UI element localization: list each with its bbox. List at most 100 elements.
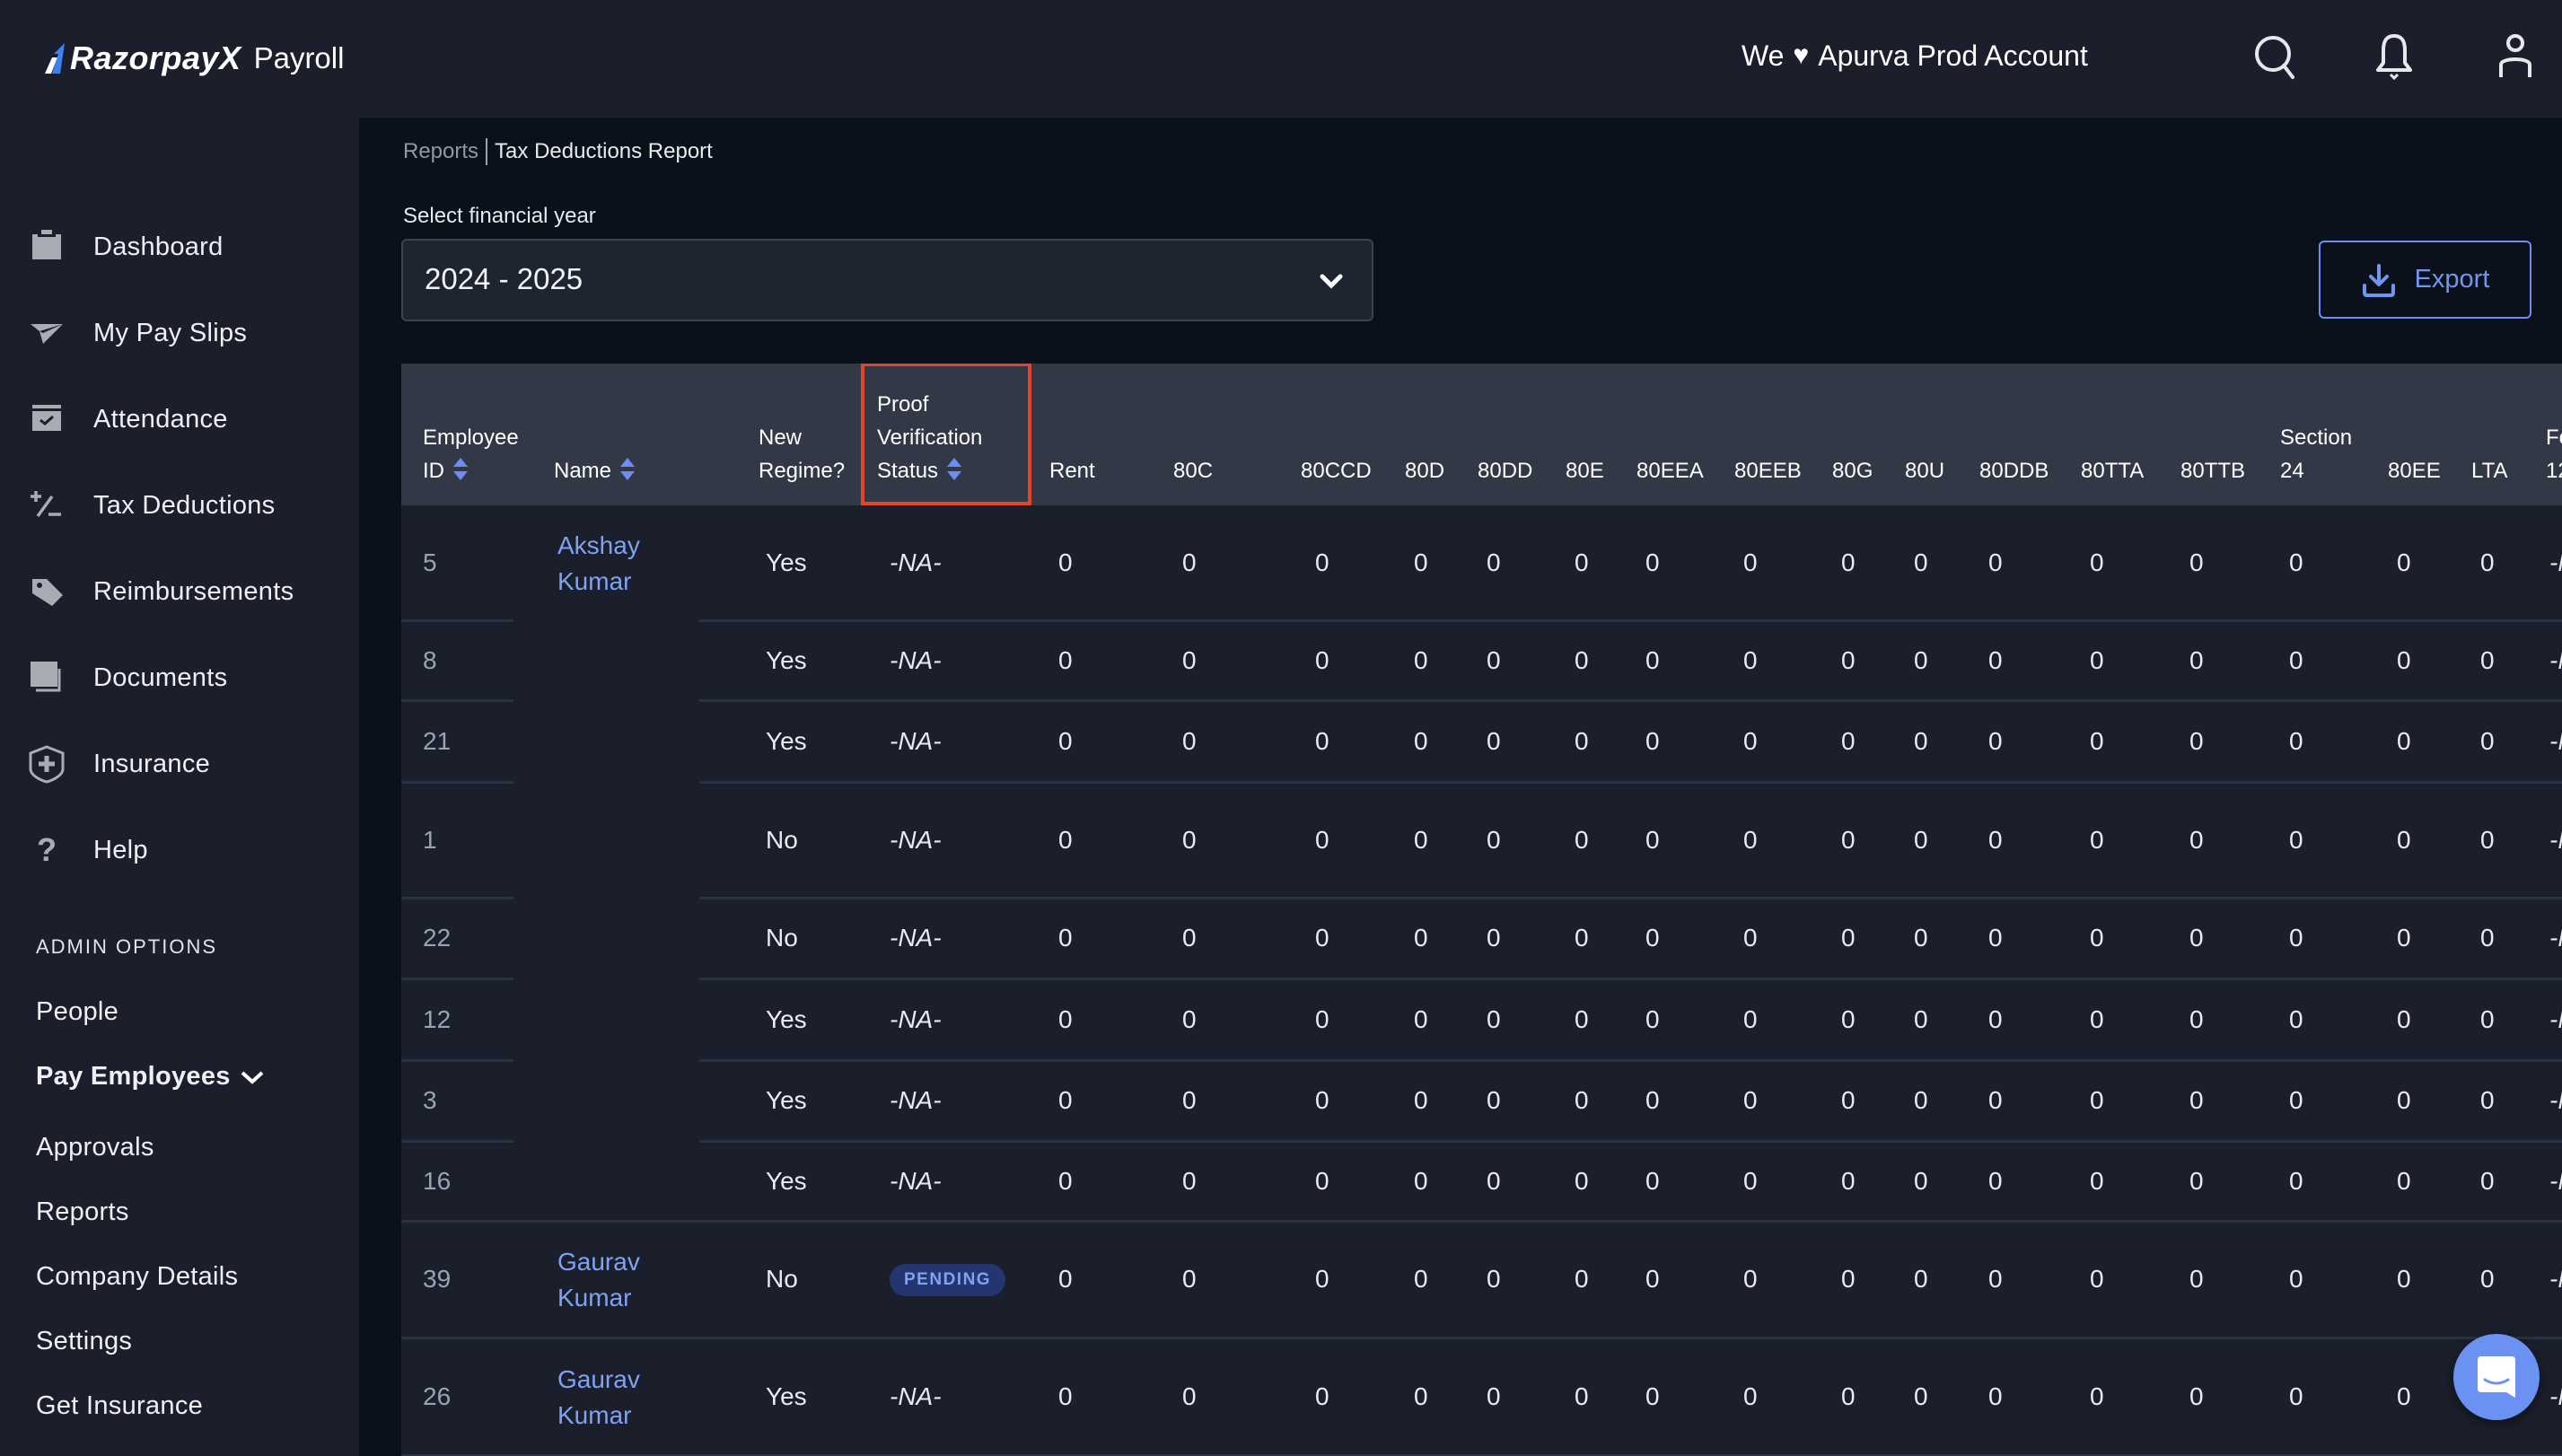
deduction-value-cell: 0 xyxy=(2090,1265,2104,1293)
column-header-80ttb: 80TTB xyxy=(2180,454,2245,487)
form12-cell: -NA- xyxy=(2549,924,2562,952)
column-header-label: 80E xyxy=(1566,454,1604,487)
deduction-value-cell: 0 xyxy=(1988,645,2003,674)
deduction-value-cell: 0 xyxy=(2289,1086,2303,1114)
shield-plus-icon xyxy=(29,745,65,784)
column-header-name[interactable]: Name xyxy=(554,454,636,487)
sort-icon[interactable] xyxy=(945,456,963,483)
column-header-text: Name xyxy=(554,459,612,483)
sidebar-item-reports[interactable]: Reports xyxy=(36,1197,129,1227)
employee-name-link[interactable]: Gaurav Kumar xyxy=(557,1362,665,1434)
deduction-value-cell: 0 xyxy=(1058,1381,1073,1410)
sidebar-item-company-details[interactable]: Company Details xyxy=(36,1262,238,1292)
deduction-value-cell: 0 xyxy=(1841,645,1856,674)
column-header-80tta: 80TTA xyxy=(2081,454,2144,487)
sidebar-item-label: Help xyxy=(93,835,148,864)
sidebar-item-dashboard[interactable]: Dashboard xyxy=(27,224,223,269)
account-switcher[interactable]: We ♥ Apurva Prod Account xyxy=(1742,36,2088,75)
breadcrumb-reports-link[interactable]: Reports xyxy=(403,139,478,164)
search-icon[interactable] xyxy=(2251,32,2298,81)
sidebar-item-attendance[interactable]: Attendance xyxy=(27,397,227,442)
sidebar-item-insurance[interactable]: Insurance xyxy=(27,741,210,786)
user-icon[interactable] xyxy=(2492,32,2539,81)
sidebar-item-pay-employees[interactable]: Pay Employees xyxy=(36,1062,265,1092)
column-header-proof[interactable]: Proof Verification Status xyxy=(877,388,982,487)
deduction-value-cell: 0 xyxy=(1645,1265,1660,1293)
column-header-text: 80EEB xyxy=(1734,459,1802,483)
deduction-value-cell: 0 xyxy=(1988,1086,2003,1114)
column-header-text: 80G xyxy=(1832,459,1873,483)
deduction-value-cell: 0 xyxy=(1487,1265,1501,1293)
razorpay-logo-icon xyxy=(45,43,65,74)
deduction-value-cell: 0 xyxy=(2397,645,2411,674)
deduction-value-cell: 0 xyxy=(1743,825,1758,854)
column-header-label: Regime? xyxy=(759,454,845,487)
breadcrumb-current: Tax Deductions Report xyxy=(495,139,713,163)
chat-button[interactable] xyxy=(2453,1334,2540,1420)
deduction-value-cell: 0 xyxy=(1645,1004,1660,1033)
deduction-value-cell: 0 xyxy=(2289,924,2303,952)
deduction-value-cell: 0 xyxy=(1914,548,1928,576)
deduction-value-cell: 0 xyxy=(1058,1166,1073,1195)
sidebar-item-people[interactable]: People xyxy=(36,997,118,1027)
deduction-value-cell: 0 xyxy=(1743,1086,1758,1114)
sort-icon[interactable] xyxy=(452,456,469,483)
sidebar-item-get-insurance[interactable]: Get Insurance xyxy=(36,1391,203,1421)
column-header-label: 80EEA xyxy=(1636,454,1704,487)
brand-logo[interactable]: RazorpayX Payroll xyxy=(43,36,344,81)
sidebar-item-reimbursements[interactable]: Reimbursements xyxy=(27,569,294,614)
deduction-value-cell: 0 xyxy=(2397,548,2411,576)
employee-name-link[interactable]: Gaurav Kumar xyxy=(557,1244,665,1316)
sidebar-item-help[interactable]: ? Help xyxy=(27,828,148,873)
status-badge: PENDING xyxy=(890,1264,1006,1296)
export-button[interactable]: Export xyxy=(2319,241,2531,319)
column-header-text: 80TTA xyxy=(2081,459,2145,483)
deduction-value-cell: 0 xyxy=(2189,1086,2204,1114)
column-header-text: 80DDB xyxy=(1979,459,2049,483)
deduction-value-cell: 0 xyxy=(1182,1265,1197,1293)
deduction-value-cell: 0 xyxy=(1487,726,1501,755)
column-header-id[interactable]: Employee ID xyxy=(423,421,519,487)
deduction-value-cell: 0 xyxy=(2480,1004,2495,1033)
sidebar-item-tax-deductions[interactable]: Tax Deductions xyxy=(27,483,275,528)
sidebar-item-approvals[interactable]: Approvals xyxy=(36,1133,154,1162)
deduction-value-cell: 0 xyxy=(1315,1004,1329,1033)
deduction-value-cell: 0 xyxy=(1315,548,1329,576)
new-regime-cell: No xyxy=(766,924,798,952)
sidebar-item-settings[interactable]: Settings xyxy=(36,1327,132,1356)
deduction-value-cell: 0 xyxy=(1487,1381,1501,1410)
sort-icon[interactable] xyxy=(619,456,636,483)
deduction-value-cell: 0 xyxy=(1315,645,1329,674)
form12-cell: -NA- xyxy=(2549,1086,2562,1114)
sidebar-item-my-pay-slips[interactable]: My Pay Slips xyxy=(27,311,247,355)
column-header-label: 80TTA xyxy=(2081,454,2144,487)
employee-name-link[interactable]: Akshay Kumar xyxy=(557,528,665,600)
financial-year-select[interactable]: 2024 - 2025 xyxy=(401,239,1373,321)
paper-plane-icon xyxy=(31,324,63,344)
deduction-value-cell: 0 xyxy=(1841,1381,1856,1410)
deduction-value-cell: 0 xyxy=(1645,1381,1660,1410)
column-header-80g: 80G xyxy=(1832,454,1873,487)
deduction-value-cell: 0 xyxy=(1058,726,1073,755)
column-header-80d: 80D xyxy=(1405,454,1444,487)
deduction-value-cell: 0 xyxy=(2189,924,2204,952)
tag-icon xyxy=(32,579,63,606)
deduction-value-cell: 0 xyxy=(2090,924,2104,952)
form12-cell: -NA- xyxy=(2549,548,2562,576)
column-header-text: 80DD xyxy=(1478,459,1533,483)
column-header-form12: Fo 12 xyxy=(2546,421,2562,487)
deduction-value-cell: 0 xyxy=(1743,645,1758,674)
sidebar-item-documents[interactable]: Documents xyxy=(27,655,227,700)
bell-icon[interactable] xyxy=(2371,32,2417,81)
deduction-value-cell: 0 xyxy=(1315,726,1329,755)
deduction-value-cell: 0 xyxy=(1414,1086,1428,1114)
column-header-label: 80DD xyxy=(1478,454,1532,487)
deduction-value-cell: 0 xyxy=(1841,1166,1856,1195)
deduction-value-cell: 0 xyxy=(1743,548,1758,576)
employee-id-cell: 12 xyxy=(423,1004,452,1033)
deduction-value-cell: 0 xyxy=(1414,1265,1428,1293)
deduction-value-cell: 0 xyxy=(1988,726,2003,755)
column-header-label: Proof xyxy=(877,388,982,421)
deduction-value-cell: 0 xyxy=(1414,825,1428,854)
column-header-text: 80TTB xyxy=(2180,459,2246,483)
